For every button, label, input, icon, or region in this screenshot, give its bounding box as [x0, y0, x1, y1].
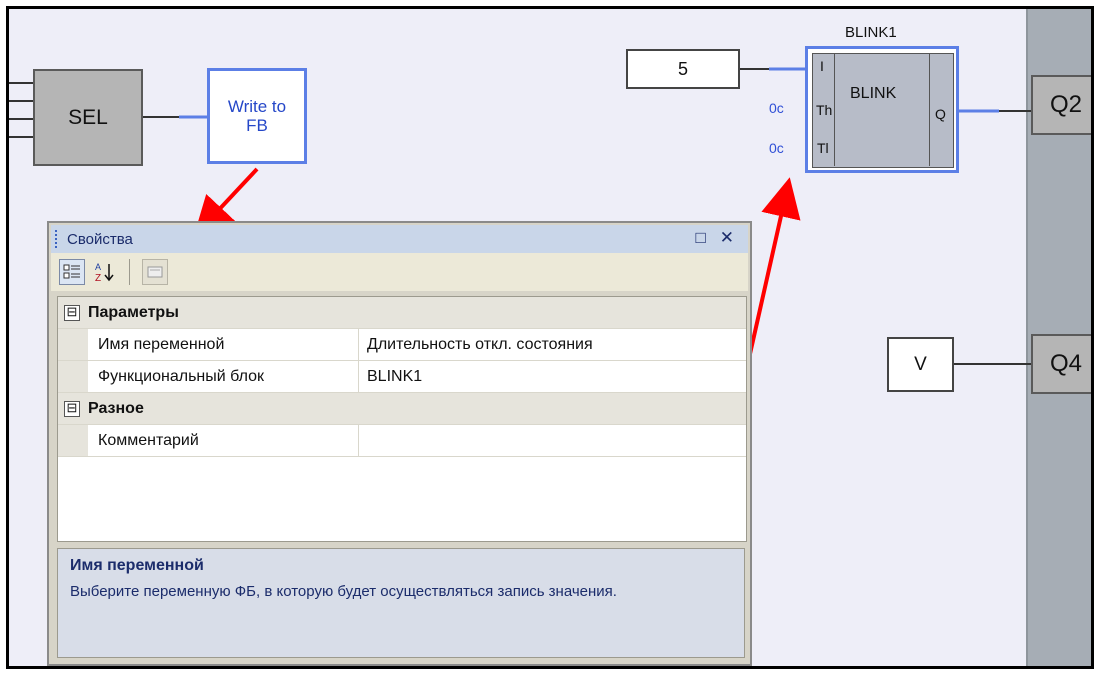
blink-function-block[interactable]: I Th Tl Q [805, 46, 959, 173]
output-q4[interactable]: Q4 [1031, 334, 1091, 394]
category-row-parameters[interactable]: ⊟ Параметры [58, 297, 746, 329]
drag-grip-icon[interactable] [55, 230, 61, 248]
property-label: Имя переменной [98, 335, 225, 353]
output-q2-label: Q2 [1049, 91, 1082, 118]
blink-type-label: BLINK [850, 85, 897, 102]
tl-value[interactable]: 0c [769, 140, 784, 156]
screenshot-root: SEL Write to FB 5 BLINK1 I Th Tl Q BLINK… [0, 0, 1100, 675]
output-q4-label: Q4 [1049, 350, 1082, 377]
help-title: Имя переменной [70, 557, 204, 574]
pin-th-label: Th [816, 102, 833, 118]
help-description: Выберите переменную ФБ, в которую будет … [70, 583, 617, 600]
write-fb-line1: Write to [227, 97, 287, 116]
categorized-icon[interactable] [59, 259, 85, 285]
fbd-editor-canvas[interactable]: SEL Write to FB 5 BLINK1 I Th Tl Q BLINK… [6, 6, 1094, 669]
sel-block[interactable]: SEL [33, 69, 143, 166]
category-label: Параметры [88, 303, 179, 321]
collapse-icon[interactable]: ⊟ [64, 400, 80, 417]
property-label: Функциональный блок [98, 367, 264, 385]
output-q2[interactable]: Q2 [1031, 75, 1091, 135]
properties-panel: Свойства □ ✕ A Z ⊟ Параметры Имя перемен… [47, 221, 752, 666]
variable-v-block[interactable]: V [887, 337, 954, 392]
panel-title: Свойства [67, 230, 133, 248]
category-label: Разное [88, 399, 144, 417]
property-label: Комментарий [98, 431, 199, 449]
property-row-function-block[interactable]: Функциональный блок BLINK1 [58, 361, 746, 393]
toolbar-separator [129, 259, 130, 285]
pin-tl-label: Tl [817, 140, 829, 156]
property-row-comment[interactable]: Комментарий [58, 425, 746, 457]
collapse-icon[interactable]: ⊟ [64, 304, 80, 321]
pin-i-label: I [820, 58, 824, 74]
svg-text:Z: Z [95, 273, 101, 283]
th-value[interactable]: 0c [769, 100, 784, 116]
constant-block[interactable]: 5 [626, 49, 740, 89]
constant-value: 5 [677, 58, 688, 79]
write-fb-line2: FB [246, 116, 268, 135]
help-pane: Имя переменной Выберите переменную ФБ, в… [57, 548, 745, 658]
panel-titlebar[interactable]: Свойства □ ✕ [51, 225, 748, 253]
pin-q-label: Q [935, 106, 946, 122]
property-row-variable-name[interactable]: Имя переменной Длительность откл. состоя… [58, 329, 746, 361]
close-icon[interactable]: ✕ [720, 228, 734, 248]
restore-icon[interactable]: □ [695, 228, 705, 248]
variable-v-label: V [914, 353, 927, 375]
property-value[interactable] [358, 425, 746, 456]
category-row-misc[interactable]: ⊟ Разное [58, 393, 746, 425]
property-value[interactable]: Длительность откл. состояния [358, 329, 746, 360]
property-pages-icon[interactable] [142, 259, 168, 285]
property-grid: ⊟ Параметры Имя переменной Длительность … [57, 296, 747, 542]
sel-label: SEL [68, 105, 108, 129]
property-value[interactable]: BLINK1 [358, 361, 746, 392]
sort-az-icon[interactable]: A Z [91, 259, 117, 285]
panel-toolbar: A Z [51, 253, 748, 291]
blink-instance-name: BLINK1 [845, 24, 897, 41]
svg-text:A: A [95, 262, 101, 272]
write-to-fb-block[interactable]: Write to FB [207, 68, 307, 164]
